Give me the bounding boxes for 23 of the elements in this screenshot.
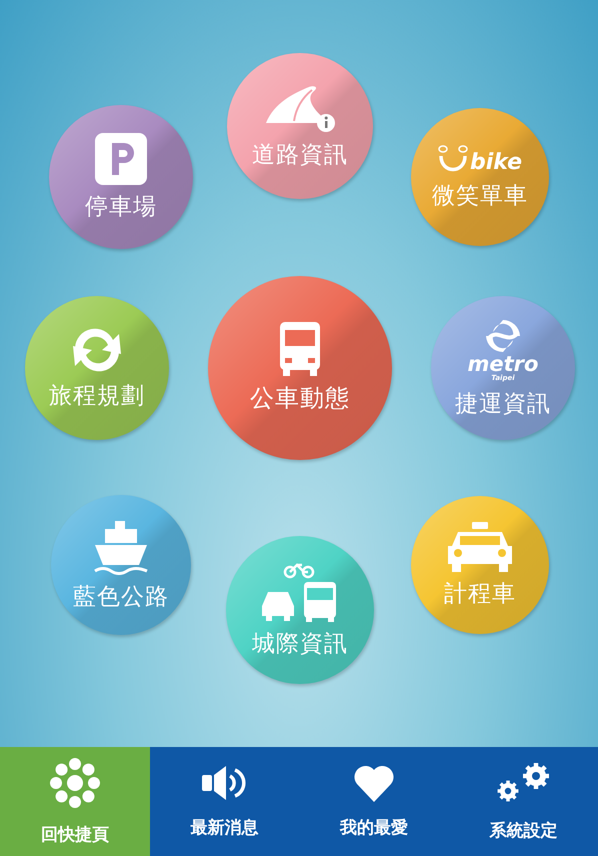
bike-logo-text: bike bbox=[470, 152, 522, 174]
parking-icon bbox=[95, 132, 147, 184]
nav-tab-label: 最新消息 bbox=[190, 817, 258, 839]
nav-tab-label: 我的最愛 bbox=[340, 817, 408, 839]
speaker-icon bbox=[202, 764, 246, 802]
menu-tile[interactable]: 公車動態 bbox=[208, 276, 392, 460]
smile-icon bbox=[438, 144, 468, 174]
menu-tile[interactable]: 藍色公路 bbox=[51, 495, 191, 635]
nav-tab-label: 回快捷頁 bbox=[40, 824, 109, 846]
menu-tile[interactable]: 計程車 bbox=[411, 496, 549, 634]
nav-tab-label: 系統設定 bbox=[489, 820, 558, 842]
menu-tile[interactable]: bike 微笑單車 bbox=[411, 108, 549, 246]
taxi-icon bbox=[448, 522, 512, 572]
menu-tile[interactable]: 旅程規劃 bbox=[25, 296, 169, 440]
menu-tile[interactable]: 停車場 bbox=[49, 105, 193, 249]
nav-tab[interactable]: 回快捷頁 bbox=[0, 747, 150, 856]
heart-icon bbox=[352, 764, 395, 802]
dots-icon bbox=[48, 757, 101, 809]
bus-icon bbox=[280, 322, 320, 376]
menu-tile[interactable]: 道路資訊 bbox=[227, 53, 373, 199]
menu-tile[interactable]: 城際資訊 bbox=[226, 536, 374, 684]
ship-icon bbox=[93, 518, 149, 574]
metro-logo-text: metro bbox=[468, 354, 538, 374]
